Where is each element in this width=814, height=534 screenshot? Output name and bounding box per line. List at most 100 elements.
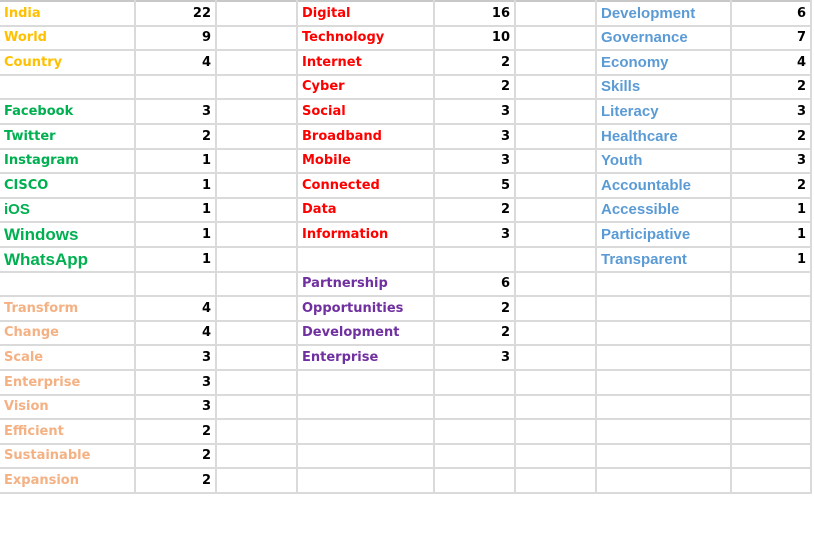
cell-count-col-e[interactable]: 2 (433, 49, 516, 76)
cell-count-col-e[interactable] (433, 418, 516, 445)
cell-count-col-h[interactable]: 2 (730, 73, 812, 101)
cell-count-col-b[interactable]: 1 (134, 172, 217, 199)
cell-count-col-e[interactable] (433, 393, 516, 421)
cell-empty-col-f[interactable] (514, 467, 597, 494)
cell-empty-col-c[interactable] (215, 418, 298, 445)
cell-count-col-b[interactable]: 2 (134, 467, 217, 494)
cell-label-col-a[interactable]: Instagram (0, 147, 136, 175)
cell-label-col-d[interactable]: Data (296, 196, 435, 224)
cell-label-col-d[interactable]: Mobile (296, 147, 435, 175)
cell-empty-col-c[interactable] (215, 24, 298, 52)
cell-count-col-h[interactable]: 1 (730, 221, 812, 248)
cell-count-col-e[interactable]: 3 (433, 221, 516, 248)
cell-count-col-e[interactable]: 2 (433, 73, 516, 101)
cell-count-col-h[interactable]: 3 (730, 147, 812, 175)
cell-label-col-d[interactable]: Internet (296, 49, 435, 76)
cell-empty-col-c[interactable] (215, 295, 298, 322)
cell-count-col-h[interactable]: 1 (730, 245, 812, 273)
cell-count-col-h[interactable]: 2 (730, 172, 812, 199)
cell-empty-col-c[interactable] (215, 0, 298, 27)
cell-label-col-g[interactable]: Healthcare (595, 122, 732, 150)
cell-label-col-a[interactable]: Windows (0, 221, 136, 248)
cell-label-col-g[interactable]: Youth (595, 147, 732, 175)
cell-count-col-h[interactable] (730, 442, 812, 470)
cell-count-col-b[interactable]: 3 (134, 393, 217, 421)
cell-count-col-e[interactable] (433, 245, 516, 273)
cell-label-col-g[interactable] (595, 270, 732, 298)
cell-count-col-h[interactable] (730, 344, 812, 371)
cell-count-col-e[interactable]: 6 (433, 270, 516, 298)
cell-label-col-a[interactable]: Sustainable (0, 442, 136, 470)
cell-label-col-d[interactable]: Enterprise (296, 344, 435, 371)
cell-count-col-e[interactable] (433, 368, 516, 396)
cell-empty-col-f[interactable] (514, 49, 597, 76)
cell-empty-col-f[interactable] (514, 172, 597, 199)
cell-empty-col-c[interactable] (215, 122, 298, 150)
cell-count-col-b[interactable]: 3 (134, 368, 217, 396)
cell-count-col-e[interactable]: 5 (433, 172, 516, 199)
cell-label-col-g[interactable] (595, 319, 732, 347)
cell-empty-col-c[interactable] (215, 319, 298, 347)
cell-label-col-g[interactable]: Participative (595, 221, 732, 248)
cell-label-col-d[interactable]: Information (296, 221, 435, 248)
cell-count-col-h[interactable]: 2 (730, 122, 812, 150)
cell-empty-col-c[interactable] (215, 172, 298, 199)
cell-empty-col-c[interactable] (215, 393, 298, 421)
cell-count-col-h[interactable] (730, 295, 812, 322)
cell-count-col-e[interactable]: 16 (433, 0, 516, 27)
cell-count-col-b[interactable]: 2 (134, 122, 217, 150)
cell-empty-col-c[interactable] (215, 196, 298, 224)
cell-count-col-h[interactable]: 4 (730, 49, 812, 76)
cell-empty-col-f[interactable] (514, 344, 597, 371)
cell-empty-col-f[interactable] (514, 319, 597, 347)
cell-count-col-b[interactable]: 2 (134, 442, 217, 470)
cell-count-col-b[interactable]: 4 (134, 295, 217, 322)
cell-empty-col-c[interactable] (215, 221, 298, 248)
cell-count-col-h[interactable]: 1 (730, 196, 812, 224)
cell-count-col-h[interactable] (730, 319, 812, 347)
cell-label-col-g[interactable]: Development (595, 0, 732, 27)
cell-label-col-g[interactable] (595, 393, 732, 421)
cell-count-col-b[interactable]: 9 (134, 24, 217, 52)
cell-count-col-b[interactable] (134, 73, 217, 101)
cell-label-col-g[interactable]: Skills (595, 73, 732, 101)
cell-count-col-b[interactable]: 22 (134, 0, 217, 27)
cell-label-col-a[interactable]: Country (0, 49, 136, 76)
cell-count-col-b[interactable]: 1 (134, 221, 217, 248)
cell-count-col-h[interactable] (730, 418, 812, 445)
cell-label-col-a[interactable]: Twitter (0, 122, 136, 150)
cell-label-col-d[interactable] (296, 368, 435, 396)
cell-empty-col-f[interactable] (514, 442, 597, 470)
cell-label-col-g[interactable]: Literacy (595, 98, 732, 125)
cell-label-col-a[interactable]: Enterprise (0, 368, 136, 396)
cell-label-col-a[interactable]: World (0, 24, 136, 52)
cell-count-col-e[interactable] (433, 467, 516, 494)
cell-label-col-d[interactable]: Broadband (296, 122, 435, 150)
cell-empty-col-f[interactable] (514, 221, 597, 248)
cell-label-col-a[interactable]: India (0, 0, 136, 27)
cell-label-col-a[interactable]: Efficient (0, 418, 136, 445)
cell-label-col-g[interactable] (595, 295, 732, 322)
cell-empty-col-c[interactable] (215, 147, 298, 175)
cell-empty-col-c[interactable] (215, 344, 298, 371)
cell-label-col-a[interactable]: iOS (0, 196, 136, 224)
cell-empty-col-f[interactable] (514, 196, 597, 224)
cell-label-col-d[interactable]: Digital (296, 0, 435, 27)
cell-count-col-b[interactable]: 3 (134, 344, 217, 371)
cell-label-col-a[interactable]: Change (0, 319, 136, 347)
cell-count-col-e[interactable] (433, 442, 516, 470)
cell-count-col-h[interactable] (730, 467, 812, 494)
cell-empty-col-f[interactable] (514, 245, 597, 273)
cell-label-col-a[interactable]: Transform (0, 295, 136, 322)
cell-count-col-e[interactable]: 3 (433, 122, 516, 150)
cell-label-col-g[interactable] (595, 418, 732, 445)
cell-label-col-g[interactable]: Economy (595, 49, 732, 76)
cell-count-col-b[interactable]: 3 (134, 98, 217, 125)
cell-label-col-d[interactable] (296, 467, 435, 494)
cell-count-col-e[interactable]: 3 (433, 147, 516, 175)
cell-count-col-b[interactable]: 4 (134, 49, 217, 76)
cell-label-col-a[interactable]: Vision (0, 393, 136, 421)
cell-count-col-b[interactable]: 2 (134, 418, 217, 445)
cell-label-col-d[interactable]: Technology (296, 24, 435, 52)
cell-label-col-g[interactable] (595, 368, 732, 396)
